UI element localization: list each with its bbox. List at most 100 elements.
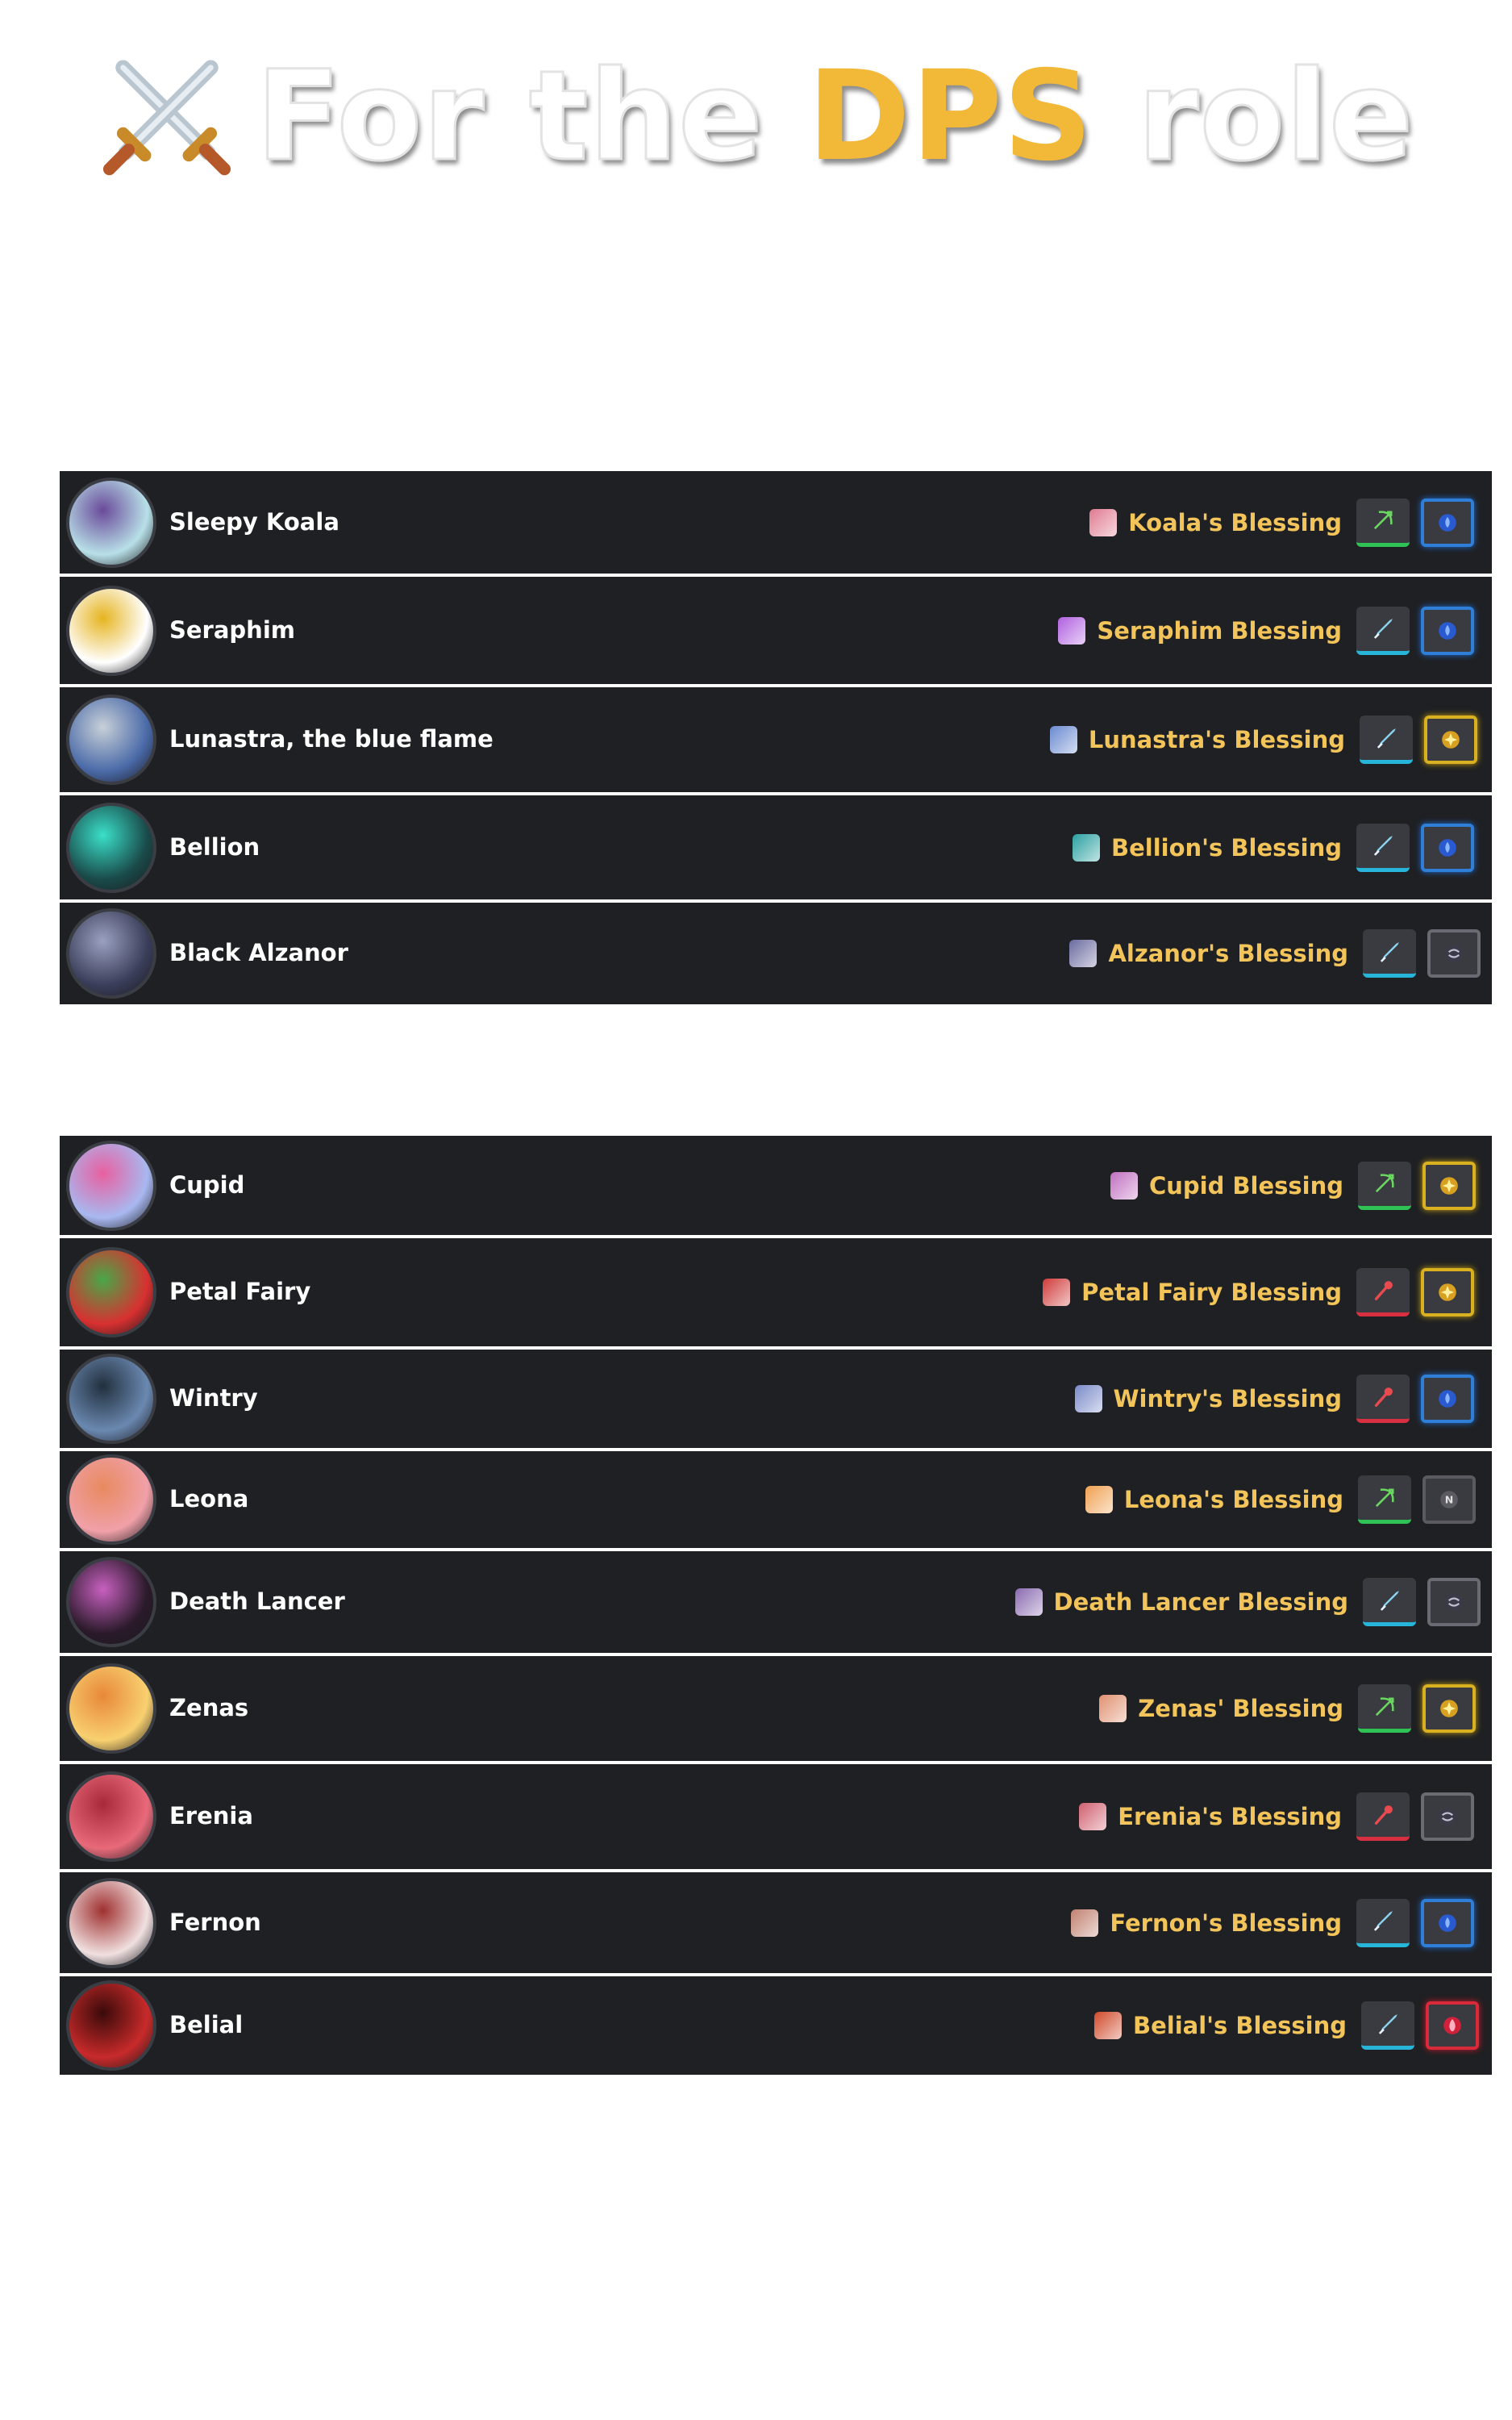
- pet-name: Lunastra, the blue flame: [169, 725, 494, 753]
- pet-avatar: [66, 695, 156, 785]
- blessing-label: Cupid Blessing: [1148, 1171, 1343, 1200]
- blessing-icon: [1073, 833, 1101, 862]
- blessing-icon: [1099, 1695, 1127, 1722]
- blessing-icon: [1074, 1385, 1102, 1412]
- pet-row-erenia[interactable]: Erenia Erenia's Blessing: [60, 1764, 1492, 1872]
- pet-row-wintry[interactable]: Wintry Wintry's Blessing: [60, 1350, 1492, 1451]
- pet-name: Zenas: [169, 1694, 249, 1721]
- pet-row-leona[interactable]: Leona Leona's Blessing N: [60, 1451, 1492, 1551]
- blessing-label: Bellion's Blessing: [1111, 833, 1342, 862]
- water-element-icon: [1421, 1375, 1474, 1423]
- light-element-icon: [1424, 716, 1477, 764]
- blessing-info: Leona's Blessing N: [1085, 1473, 1476, 1526]
- title-part-dps: DPS: [807, 44, 1093, 189]
- pet-row-cupid[interactable]: Cupid Cupid Blessing: [60, 1136, 1492, 1238]
- blessing-icon: [1094, 2012, 1123, 2039]
- crossed-swords-icon: [102, 60, 231, 176]
- dark-element-icon: [1427, 929, 1481, 978]
- sword-weapon-icon: [1363, 929, 1416, 978]
- sword-weapon-icon: [1360, 716, 1413, 764]
- wand-weapon-icon: [1356, 1792, 1410, 1841]
- pet-name: Cupid: [169, 1170, 245, 1199]
- blessing-info: Zenas' Blessing: [1099, 1682, 1476, 1735]
- blessing-label: Fernon's Blessing: [1110, 1909, 1342, 1937]
- wand-weapon-icon: [1356, 1268, 1410, 1316]
- blessing-info: Cupid Blessing: [1110, 1159, 1476, 1212]
- blessing-label: Petal Fairy Blessing: [1081, 1279, 1342, 1306]
- pet-name: Death Lancer: [169, 1588, 345, 1615]
- pet-avatar: [66, 1771, 156, 1862]
- blessing-icon: [1049, 726, 1077, 753]
- light-element-icon: [1422, 1161, 1476, 1210]
- blessing-icon: [1069, 940, 1098, 967]
- dark-element-icon: [1421, 1792, 1474, 1841]
- water-element-icon: [1421, 1898, 1474, 1947]
- blessing-info: Alzanor's Blessing: [1069, 927, 1481, 980]
- pet-avatar: [66, 802, 156, 893]
- pet-name: Erenia: [169, 1802, 253, 1830]
- water-element-icon: [1421, 498, 1474, 547]
- blessing-icon: [1110, 1171, 1138, 1200]
- pet-row-black-alzanor[interactable]: Black Alzanor Alzanor's Blessing: [60, 903, 1492, 1008]
- pet-row-lunastra-the-blue-flame[interactable]: Lunastra, the blue flame Lunastra's Bless…: [60, 687, 1492, 795]
- water-element-icon: [1421, 606, 1474, 655]
- pet-row-sleepy-koala[interactable]: Sleepy Koala Koala's Blessing: [60, 471, 1492, 577]
- pet-avatar: [66, 1557, 156, 1647]
- pet-row-bellion[interactable]: Bellion Bellion's Blessing: [60, 795, 1492, 903]
- pet-avatar: [66, 477, 156, 568]
- blessing-icon: [1089, 508, 1118, 536]
- sword-weapon-icon: [1361, 2001, 1414, 2050]
- blessing-icon: [1043, 1279, 1071, 1306]
- pet-name: Seraphim: [169, 615, 295, 644]
- pet-name: Petal Fairy: [169, 1278, 311, 1305]
- fire-element-icon: [1426, 2001, 1479, 2050]
- blessing-icon: [1071, 1909, 1099, 1937]
- pet-avatar: [66, 1877, 156, 1968]
- blessing-info: Seraphim Blessing: [1058, 604, 1474, 657]
- blessing-label: Death Lancer Blessing: [1053, 1588, 1348, 1616]
- page-title: For the DPS role: [0, 40, 1512, 194]
- sword-weapon-icon: [1363, 1578, 1416, 1626]
- pet-avatar: [66, 1354, 156, 1444]
- pet-row-seraphim[interactable]: Seraphim Seraphim Blessing: [60, 577, 1492, 687]
- blessing-label: Wintry's Blessing: [1113, 1385, 1342, 1412]
- pet-avatar: [66, 1663, 156, 1754]
- pet-name: Belial: [169, 2011, 244, 2038]
- blessing-label: Alzanor's Blessing: [1108, 940, 1348, 967]
- pet-avatar: [66, 1247, 156, 1337]
- blessing-info: Fernon's Blessing: [1071, 1896, 1474, 1950]
- pet-row-fernon[interactable]: Fernon Fernon's Blessing: [60, 1872, 1492, 1976]
- blessing-info: Lunastra's Blessing: [1049, 713, 1477, 766]
- blessing-icon: [1058, 616, 1086, 645]
- blessing-icon: [1079, 1803, 1107, 1830]
- light-element-icon: [1422, 1684, 1476, 1733]
- blessing-label: Erenia's Blessing: [1118, 1803, 1342, 1830]
- pet-row-belial[interactable]: Belial Belial's Blessing: [60, 1976, 1492, 2078]
- pet-avatar: [66, 1980, 156, 2071]
- blessing-info: Belial's Blessing: [1094, 1999, 1479, 2052]
- pet-row-death-lancer[interactable]: Death Lancer Death Lancer Blessing: [60, 1551, 1492, 1656]
- blessing-label: Lunastra's Blessing: [1088, 726, 1345, 753]
- blessing-info: Petal Fairy Blessing: [1043, 1266, 1474, 1319]
- blessing-label: Leona's Blessing: [1123, 1486, 1343, 1513]
- pet-row-petal-fairy[interactable]: Petal Fairy Petal Fairy Blessing: [60, 1238, 1492, 1350]
- blessing-icon: [1085, 1486, 1113, 1513]
- pet-avatar: [66, 1140, 156, 1231]
- pet-name: Wintry: [169, 1384, 258, 1412]
- pet-avatar: [66, 585, 156, 676]
- wand-weapon-icon: [1356, 1375, 1410, 1423]
- blessing-info: Erenia's Blessing: [1079, 1790, 1474, 1843]
- title-part-1: For the: [255, 44, 808, 189]
- bow-weapon-icon: [1358, 1161, 1411, 1210]
- bow-weapon-icon: [1358, 1475, 1411, 1524]
- title-part-3: role: [1093, 44, 1414, 189]
- pet-row-zenas[interactable]: Zenas Zenas' Blessing: [60, 1656, 1492, 1764]
- title-text: For the DPS role: [255, 53, 1414, 180]
- light-element-icon: [1421, 1268, 1474, 1316]
- pet-name: Bellion: [169, 832, 260, 861]
- pet-name: Black Alzanor: [169, 939, 348, 966]
- blessing-info: Death Lancer Blessing: [1014, 1575, 1481, 1629]
- pet-name: Sleepy Koala: [169, 507, 339, 536]
- sword-weapon-icon: [1356, 1898, 1410, 1947]
- sword-weapon-icon: [1356, 823, 1410, 872]
